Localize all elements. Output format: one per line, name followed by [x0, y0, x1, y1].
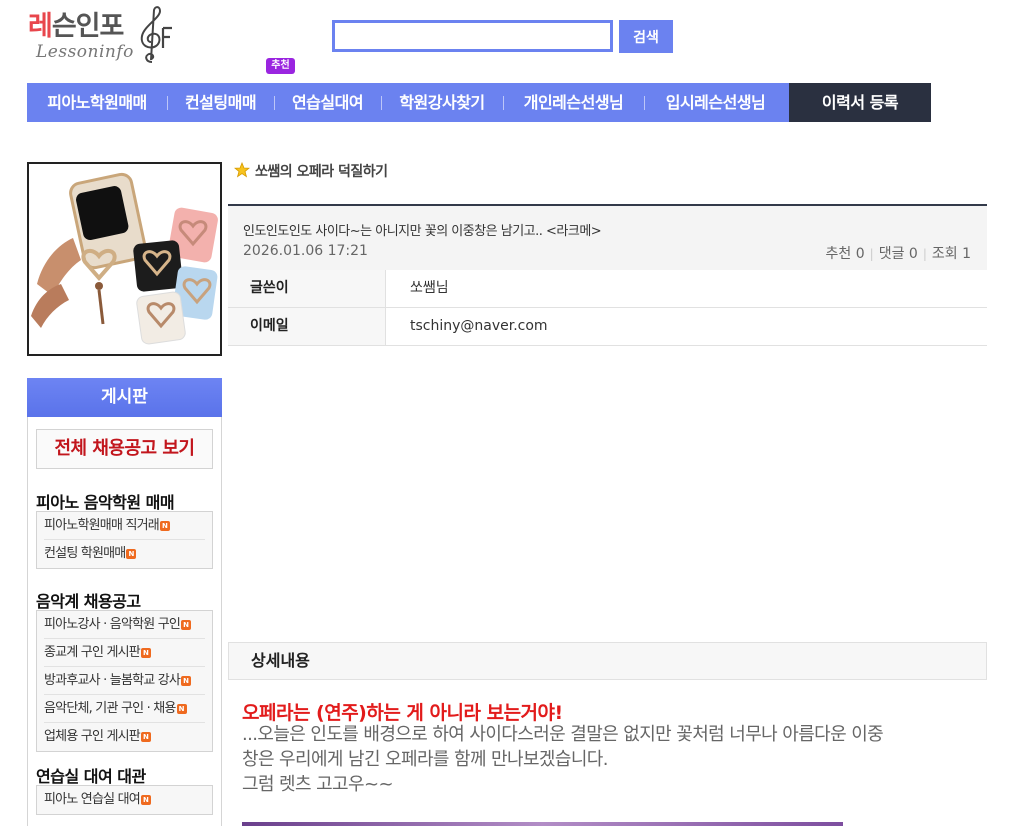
- nav-find-instructor[interactable]: 학원강사찾기: [381, 83, 503, 122]
- board-name[interactable]: 쏘쌤의 오페라 덕질하기: [255, 161, 388, 181]
- post-stats: 추천 0 | 댓글 0 | 조회 1: [825, 246, 971, 262]
- post-date: 2026.01.06 17:21: [243, 243, 368, 259]
- sidebar-item-consulting-trade[interactable]: 컨설팅 학원매매 N: [44, 540, 205, 568]
- nav-consulting-trade[interactable]: 컨설팅매매: [167, 83, 274, 122]
- content-image: [242, 822, 843, 826]
- sidebar-section-list: 피아노학원매매 직거래 N 컨설팅 학원매매 N: [36, 511, 213, 569]
- author-value[interactable]: 쏘쌤님: [410, 270, 449, 307]
- content-headline: 오페라는 (연주)하는 게 아니라 보는거야!: [242, 702, 563, 724]
- logo-english: Lessoninfo: [36, 42, 134, 62]
- search-button[interactable]: 검색: [619, 20, 673, 53]
- search-input[interactable]: [332, 20, 613, 52]
- treble-clef-icon: [140, 6, 172, 63]
- nav-practice-room[interactable]: 연습실대여: [274, 83, 381, 122]
- nav-entrance-lesson-teacher[interactable]: 입시레슨선생님: [644, 83, 787, 122]
- author-label: 글쓴이: [228, 270, 386, 307]
- all-jobs-button[interactable]: 전체 채용공고 보기: [36, 429, 213, 469]
- recommend-badge: 추천: [266, 58, 295, 74]
- comment-count: 댓글 0: [878, 246, 918, 262]
- sidebar-section-title: 연습실 대여 대관: [36, 767, 146, 786]
- sidebar-item-label: 피아노 연습실 대여: [44, 792, 141, 807]
- sidebar-item-label: 컨설팅 학원매매: [44, 546, 126, 561]
- sidebar-item-afterschool-jobs[interactable]: 방과후교사 · 늘봄학교 강사 N: [44, 667, 205, 695]
- sidebar-item-label: 피아노강사 · 음악학원 구인: [44, 616, 181, 632]
- sidebar-menu: 전체 채용공고 보기 피아노 음악학원 매매 피아노학원매매 직거래 N 컨설팅 …: [27, 417, 222, 826]
- author-row: 글쓴이 쏘쌤님: [228, 270, 987, 308]
- phone-case-ad-image: [29, 164, 220, 354]
- sidebar-item-label: 음악단체, 기관 구인 · 채용: [44, 700, 176, 716]
- board-heading: 게시판: [27, 378, 222, 417]
- recommend-count: 추천 0: [825, 246, 865, 262]
- email-value[interactable]: tschiny@naver.com: [410, 308, 548, 345]
- sidebar-item-piano-instructor-jobs[interactable]: 피아노강사 · 음악학원 구인 N: [44, 611, 205, 639]
- sidebar-item-business-jobs[interactable]: 업체용 구인 게시판 N: [44, 723, 205, 751]
- sidebar-item-piano-direct-trade[interactable]: 피아노학원매매 직거래 N: [44, 512, 205, 540]
- top-navigation: 피아노학원매매 컨설팅매매 연습실대여 학원강사찾기 개인레슨선생님 입시레슨선…: [27, 83, 931, 122]
- new-badge-icon: N: [159, 520, 170, 531]
- new-badge-icon: N: [181, 675, 192, 686]
- post-header: 인도인도인도 사이다~는 아니지만 꽃의 이중창은 남기고.. <라크메> 20…: [228, 204, 987, 270]
- new-badge-icon: N: [140, 732, 151, 742]
- sidebar-item-label: 종교계 구인 게시판: [44, 644, 141, 660]
- sidebar-item-religious-jobs[interactable]: 종교계 구인 게시판 N: [44, 639, 205, 667]
- new-badge-icon: N: [140, 795, 151, 805]
- sidebar-item-label: 피아노학원매매 직거래: [44, 517, 160, 533]
- ad-banner[interactable]: [27, 162, 222, 356]
- sidebar-section-title: 음악계 채용공고: [36, 592, 141, 611]
- nav-piano-academy-trade[interactable]: 피아노학원매매: [27, 83, 167, 122]
- new-badge-icon: N: [140, 647, 151, 658]
- sidebar-section-title: 피아노 음악학원 매매: [36, 493, 175, 512]
- email-row: 이메일 tschiny@naver.com: [228, 308, 987, 346]
- new-badge-icon: N: [181, 619, 192, 630]
- site-logo[interactable]: 레슨인포 Lessoninfo: [28, 4, 178, 64]
- sidebar-section-list: 피아노강사 · 음악학원 구인 N 종교계 구인 게시판 N 방과후교사 · 늘봄학…: [36, 610, 213, 752]
- content-body: ...오늘은 인도를 배경으로 하여 사이다스러운 결말은 없지만 꽃처럼 너무…: [242, 722, 998, 797]
- nav-private-lesson-teacher[interactable]: 개인레슨선생님: [503, 83, 644, 122]
- view-count: 조회 1: [931, 246, 971, 262]
- star-icon: [234, 162, 250, 178]
- sidebar-item-label: 업체용 구인 게시판: [44, 729, 141, 744]
- sidebar-item-music-org-jobs[interactable]: 음악단체, 기관 구인 · 채용 N: [44, 695, 205, 723]
- logo-korean: 레슨인포: [28, 11, 124, 42]
- sidebar-section-list: 피아노 연습실 대여 N: [36, 785, 213, 815]
- sidebar-item-label: 방과후교사 · 늘봄학교 강사: [44, 672, 181, 688]
- detail-heading: 상세내용: [228, 642, 987, 680]
- email-label: 이메일: [228, 308, 386, 345]
- new-badge-icon: N: [176, 703, 187, 714]
- content-line: 그럼 렛츠 고고우~~: [242, 774, 394, 795]
- content-line: 창은 우리에게 남긴 오페라를 함께 만나보겠습니다.: [242, 749, 608, 770]
- resume-register-button[interactable]: 이력서 등록: [789, 83, 931, 122]
- sidebar-item-practice-room-rent[interactable]: 피아노 연습실 대여 N: [44, 786, 205, 814]
- new-badge-icon: N: [126, 549, 137, 559]
- content-line: ...오늘은 인도를 배경으로 하여 사이다스러운 결말은 없지만 꽃처럼 너무…: [242, 724, 884, 745]
- post-title: 인도인도인도 사이다~는 아니지만 꽃의 이중창은 남기고.. <라크메>: [243, 224, 602, 239]
